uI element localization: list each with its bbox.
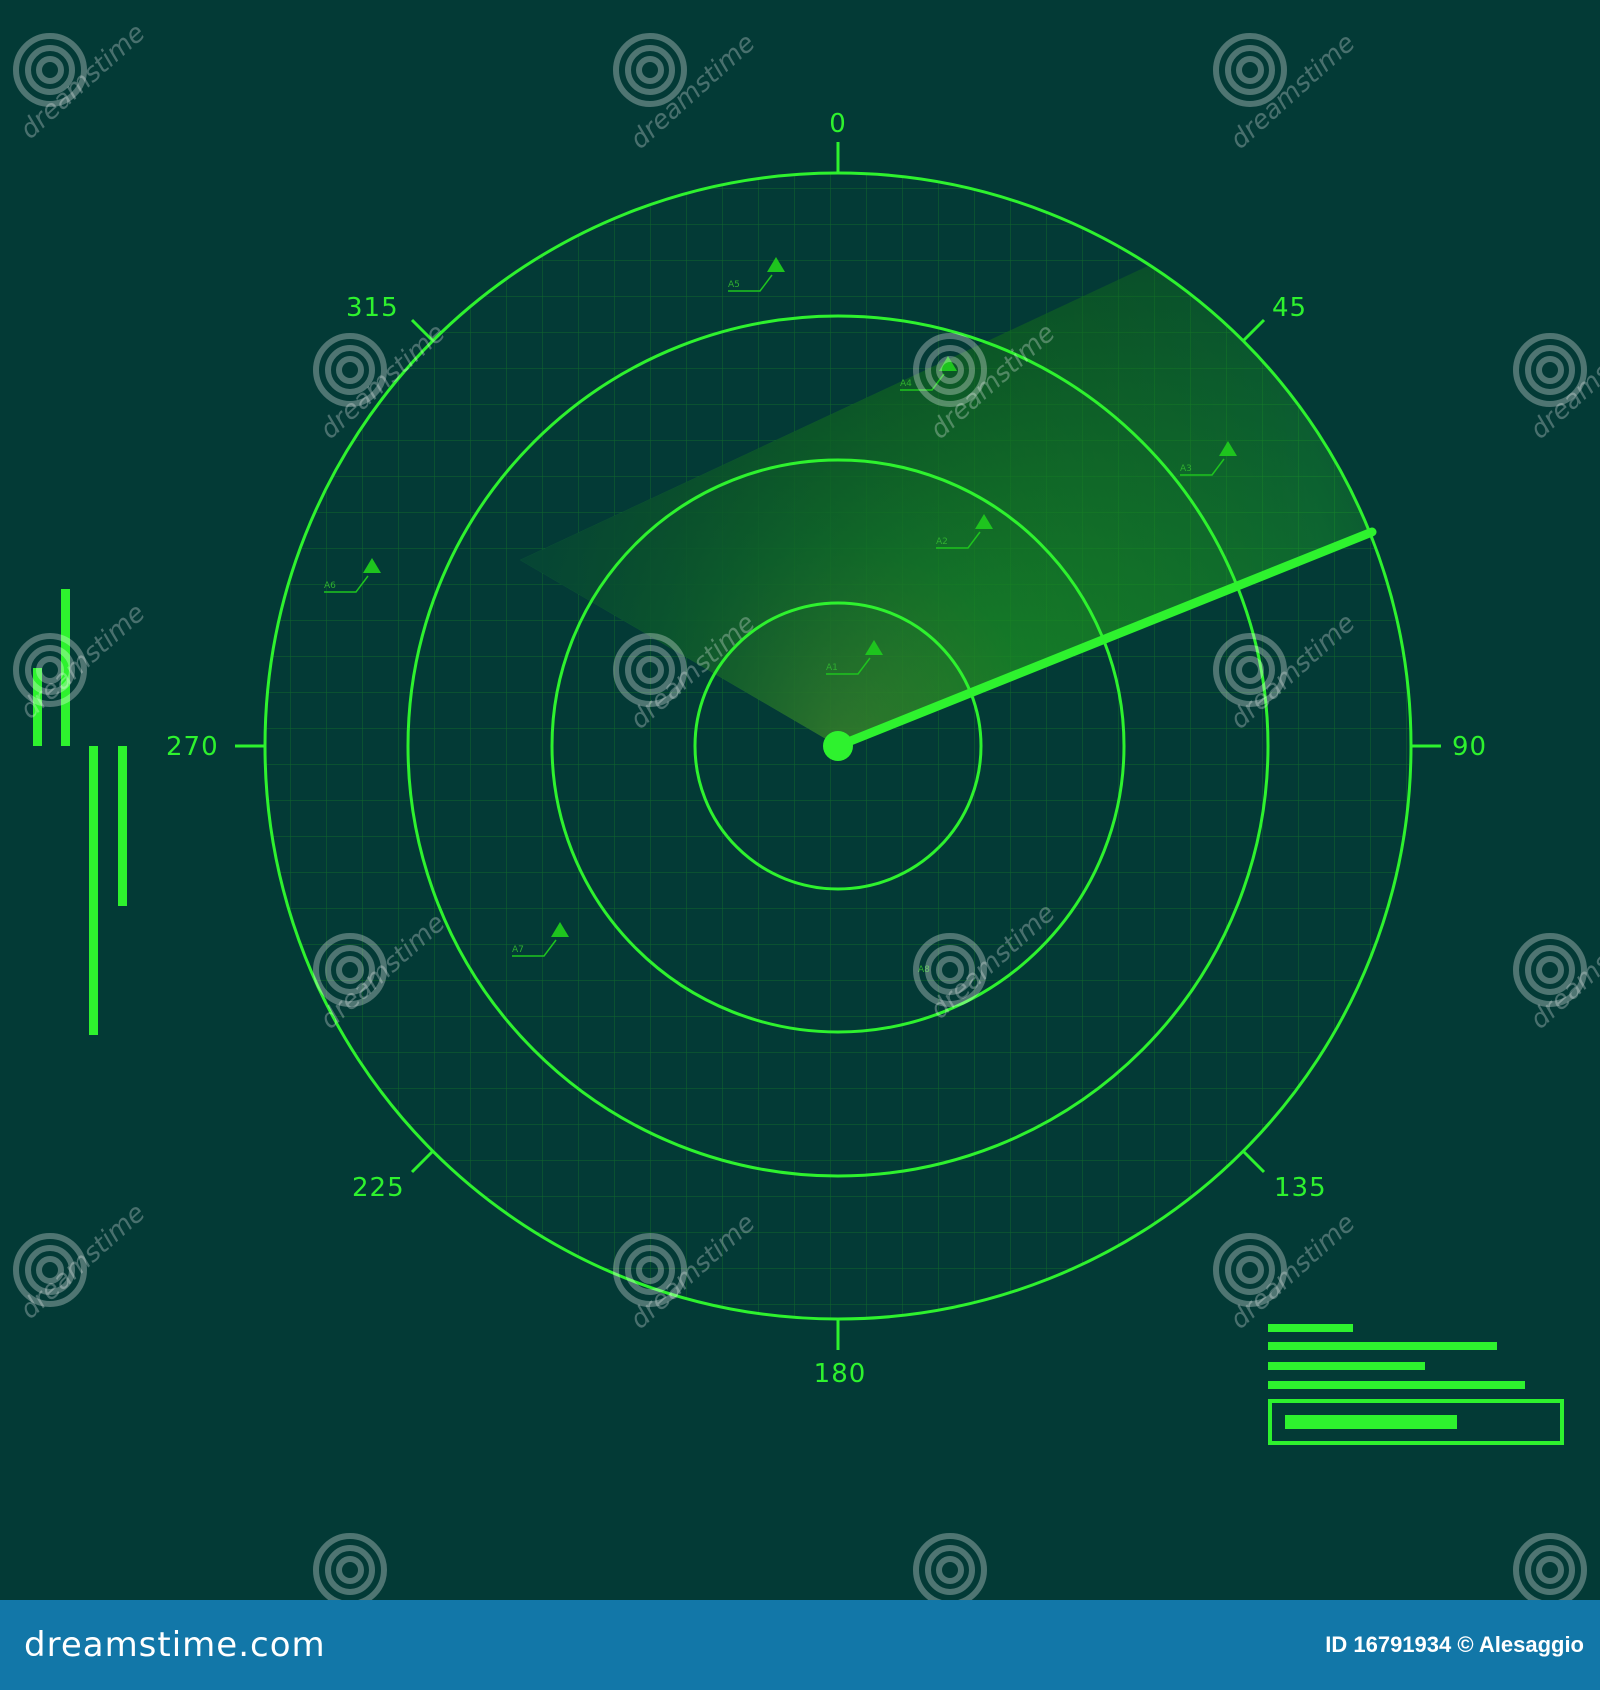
watermark-spiral-icon xyxy=(913,1533,987,1600)
bearing-label-0: 0 xyxy=(829,109,847,139)
watermark-text: dreamstime xyxy=(15,1198,152,1325)
watermark-text: dreamstime xyxy=(15,598,152,725)
bearing-label-270: 270 xyxy=(166,732,219,762)
target-label: A4 xyxy=(900,379,912,389)
watermark-spiral-icon xyxy=(313,1533,387,1600)
level-bar xyxy=(1268,1324,1353,1332)
watermark-spiral-icon xyxy=(1513,1533,1587,1600)
bearing-label-90: 90 xyxy=(1452,732,1487,762)
signal-bar xyxy=(89,746,98,1035)
level-bar xyxy=(1268,1381,1525,1389)
footer-bar: dreamstime.com ID 16791934 © Alesaggio xyxy=(0,1600,1600,1690)
bearing-label-225: 225 xyxy=(352,1173,405,1203)
target-label: A6 xyxy=(324,581,336,591)
bearing-label-135: 135 xyxy=(1274,1173,1327,1203)
level-bar xyxy=(1268,1342,1497,1350)
target-label: A7 xyxy=(512,945,524,955)
image-credit: ID 16791934 © Alesaggio xyxy=(1325,1632,1584,1657)
bearing-label-45: 45 xyxy=(1272,293,1307,323)
bearing-label-180: 180 xyxy=(814,1359,867,1389)
brand-logo-text[interactable]: dreamstime.com xyxy=(24,1625,326,1665)
watermark-text: dreamstime xyxy=(1225,1208,1362,1335)
target-label: A3 xyxy=(1180,464,1192,474)
signal-bar xyxy=(118,746,127,906)
level-fill xyxy=(1285,1415,1457,1429)
target-label: A1 xyxy=(826,663,838,673)
level-meter xyxy=(1268,1324,1564,1445)
target-label: A5 xyxy=(728,280,740,290)
bearing-label-315: 315 xyxy=(346,293,399,323)
target-label: A2 xyxy=(936,537,948,547)
level-bar xyxy=(1268,1362,1425,1370)
radar-screen: 0 45 90 135 180 225 270 315 A1 A2 A3 A4 … xyxy=(13,18,1600,1600)
radar-center xyxy=(823,731,853,761)
